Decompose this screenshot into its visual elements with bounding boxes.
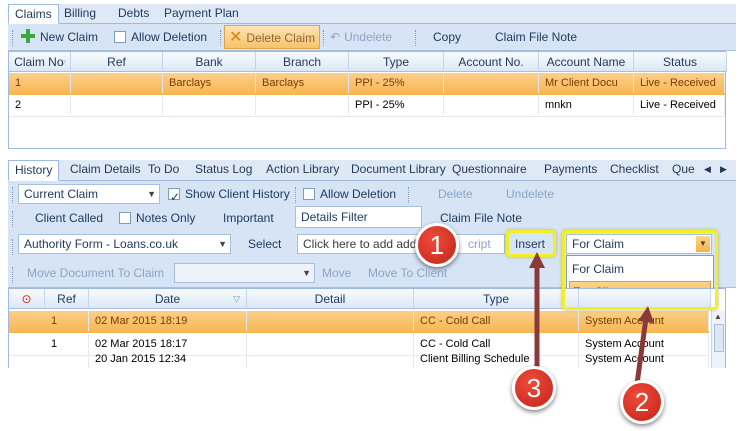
callout-badge-3: 3 xyxy=(512,366,556,410)
callout-arrows xyxy=(529,252,654,385)
callout-badge-1: 1 xyxy=(415,223,459,267)
callout-badge-2: 2 xyxy=(620,380,664,424)
